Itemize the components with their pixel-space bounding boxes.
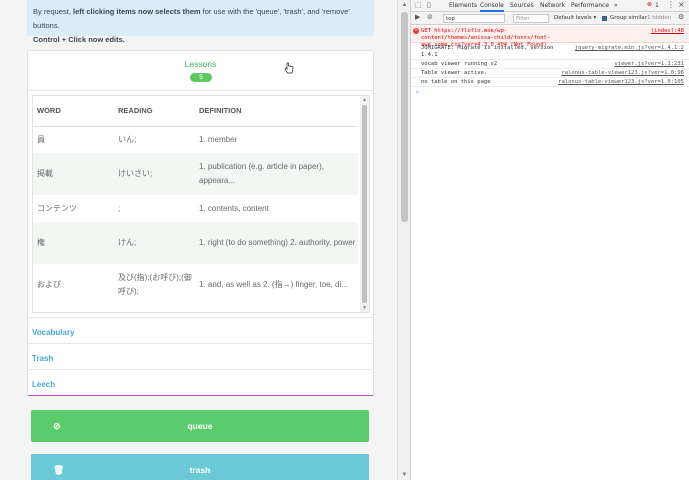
table-row[interactable]: および 及び(指);(お呼び);(御呼び); 1. and, as well a… <box>33 264 358 306</box>
definition-cell: 1. contents, content <box>195 195 358 222</box>
tab-network[interactable]: Network <box>540 0 565 12</box>
tab-console[interactable]: Console <box>480 0 504 12</box>
sidebar-toggle-icon[interactable]: ▶ <box>415 13 420 21</box>
table-scrollbar[interactable]: ▲ ▼ <box>360 96 369 312</box>
notice-text: By request, <box>33 7 74 16</box>
close-icon[interactable]: × <box>678 0 685 9</box>
console-log-message: no table on this page ralonus-table-view… <box>411 78 689 87</box>
console-source-link[interactable]: ralonus-table-viewer123.js?ver=1.0:96 <box>561 70 684 77</box>
table-header-row: WORD READING DEFINITION <box>33 96 358 127</box>
device-toolbar-icon[interactable]: ▯ <box>427 1 431 9</box>
vocab-panel: Lessons 5 WORD READING DEFINITION 員 いん; … <box>27 50 374 396</box>
reading-cell: けん; <box>114 222 195 264</box>
console-settings-gear-icon[interactable]: ⚙ <box>678 13 684 21</box>
accordion-vocabulary[interactable]: Vocabulary <box>28 317 373 343</box>
table-row[interactable]: 権 けん; 1. right (to do something) 2. auth… <box>33 222 358 264</box>
clear-console-icon[interactable]: ⊘ <box>427 13 433 21</box>
reading-cell: いん; <box>114 126 195 153</box>
log-levels-dropdown[interactable]: Default levels ▾ <box>554 12 596 25</box>
column-header-definition[interactable]: DEFINITION <box>195 96 358 127</box>
column-header-reading[interactable]: READING <box>114 96 195 127</box>
trash-button-label: trash <box>189 465 211 475</box>
column-header-word[interactable]: WORD <box>33 96 114 127</box>
vocab-table-container: WORD READING DEFINITION 員 いん; 1. member … <box>32 95 370 313</box>
console-source-link[interactable]: ralonus-table-viewer123.js?ver=1.0:105 <box>558 79 684 86</box>
error-circle-icon: ⊗ <box>647 1 653 8</box>
notice-bold-text: left clicking items now selects them <box>73 7 201 16</box>
devtools-panel: ⬚ ▯ Elements Console Sources Network Per… <box>410 0 689 480</box>
definition-cell: 1. and, as well as 2. (指→) finger, toe, … <box>195 264 358 306</box>
reading-cell: けいさい; <box>114 153 195 195</box>
console-prompt[interactable]: › <box>415 88 419 96</box>
error-icon: × <box>413 28 419 34</box>
accordion-trash[interactable]: Trash <box>28 343 373 369</box>
hand-cursor-icon <box>284 62 294 74</box>
vocab-table: WORD READING DEFINITION 員 いん; 1. member … <box>33 96 358 306</box>
console-source-link[interactable]: jquery-migrate.min.js?ver=1.4.1:2 <box>575 45 684 52</box>
console-source-link[interactable]: viewer.js?ver=1.1:231 <box>614 61 684 68</box>
context-select[interactable]: top <box>443 14 505 23</box>
lessons-title: Lessons <box>184 59 217 69</box>
inspect-element-icon[interactable]: ⬚ <box>415 1 422 9</box>
console-log-message: JQMIGRATE: Migrate is installed, version… <box>411 43 689 60</box>
queue-button-label: queue <box>187 421 213 431</box>
tab-sources[interactable]: Sources <box>510 0 534 12</box>
devtools-tab-bar: ⬚ ▯ Elements Console Sources Network Per… <box>411 0 689 12</box>
lessons-count-badge: 5 <box>190 73 212 82</box>
scroll-down-arrow-icon[interactable]: ▼ <box>360 304 369 312</box>
trash-button[interactable]: 🗑 trash <box>31 454 369 480</box>
definition-cell: 1. member <box>195 126 358 153</box>
group-similar-label: Group similar <box>610 15 647 21</box>
console-source-link[interactable]: (index):48 <box>651 28 684 35</box>
trash-icon: 🗑 <box>53 465 65 475</box>
web-page: By request, left clicking items now sele… <box>0 0 397 480</box>
console-filter-bar: ▶ ⊘ top Filter Default levels ▾ Group si… <box>411 12 689 25</box>
console-error-message: × GET https://floflo.moe/wp-content/them… <box>411 26 689 48</box>
group-similar-checkbox[interactable] <box>602 16 607 21</box>
more-tabs-button[interactable]: » <box>614 0 618 12</box>
info-notice: By request, left clicking items now sele… <box>27 0 374 44</box>
scroll-up-arrow-icon[interactable]: ▲ <box>360 96 369 104</box>
notice-line-2: Control + Click now edits. <box>33 35 125 44</box>
word-cell: 権 <box>33 222 114 264</box>
page-scrollbar[interactable]: ▲ ▼ <box>397 0 410 480</box>
console-log-message: vocab viewer running v2 viewer.js?ver=1.… <box>411 60 689 69</box>
definition-cell: 1. right (to do something) 2. authority,… <box>195 222 358 264</box>
table-row[interactable]: 員 いん; 1. member <box>33 126 358 153</box>
table-scrollbar-thumb[interactable] <box>362 105 367 303</box>
check-circle-icon: ⊘ <box>53 421 61 431</box>
console-filter-input[interactable]: Filter <box>513 14 549 23</box>
console-output: × GET https://floflo.moe/wp-content/them… <box>411 26 689 480</box>
word-cell: 掲載 <box>33 153 114 195</box>
error-count[interactable]: 1 <box>655 0 659 12</box>
word-cell: 員 <box>33 126 114 153</box>
word-cell: および <box>33 264 114 306</box>
screen: By request, left clicking items now sele… <box>0 0 689 480</box>
reading-cell: ; <box>114 195 195 222</box>
table-row[interactable]: 掲載 けいさい; 1. publication (e.g. article in… <box>33 153 358 195</box>
console-log-message: Table viewer active. ralonus-table-viewe… <box>411 69 689 78</box>
accordion-leech[interactable]: Leech <box>28 369 373 396</box>
lessons-header[interactable]: Lessons 5 <box>28 51 373 91</box>
tab-elements[interactable]: Elements <box>449 0 477 12</box>
definition-cell: 1. publication (e.g. article in paper), … <box>195 153 358 195</box>
reading-cell: 及び(指);(お呼び);(御呼び); <box>114 264 195 306</box>
table-row[interactable]: コンテンツ ; 1. contents, content <box>33 195 358 222</box>
more-options-icon[interactable]: ⋮ <box>667 0 675 9</box>
word-cell: コンテンツ <box>33 195 114 222</box>
tab-performance[interactable]: Performance <box>571 0 609 12</box>
hidden-count: 1 hidden <box>647 15 672 21</box>
queue-button[interactable]: ⊘ queue <box>31 410 369 442</box>
page-scrollbar-thumb[interactable] <box>401 12 408 222</box>
